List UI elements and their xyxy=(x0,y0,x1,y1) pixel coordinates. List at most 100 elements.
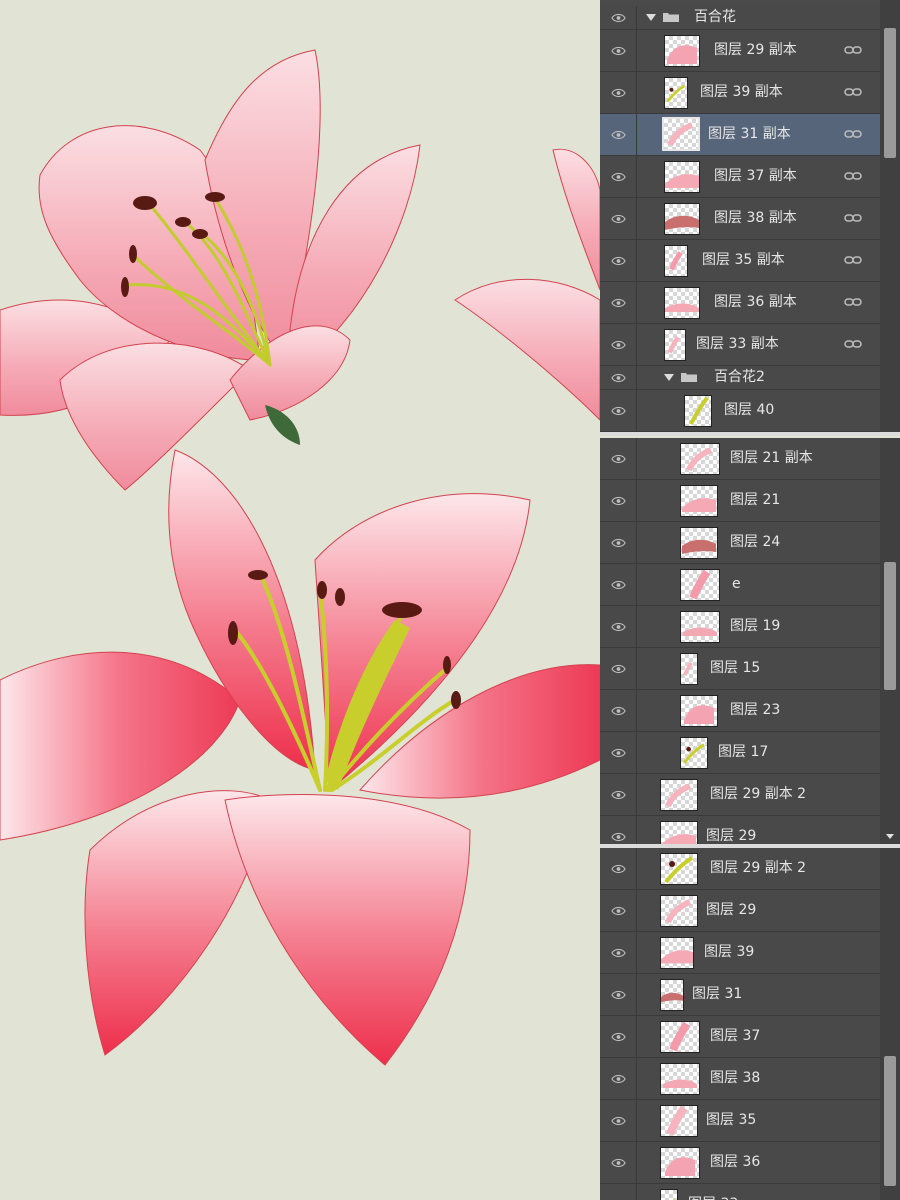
visibility-eye-icon[interactable] xyxy=(600,1058,637,1099)
scrollbar-thumb[interactable] xyxy=(884,28,896,158)
layer-thumbnail xyxy=(664,203,700,235)
visibility-eye-icon[interactable] xyxy=(600,522,637,563)
visibility-eye-icon[interactable] xyxy=(600,816,637,844)
layer-row[interactable]: 图层 29 副本 xyxy=(600,30,880,72)
visibility-eye-icon[interactable] xyxy=(600,366,637,389)
layer-row[interactable]: 图层 36 副本 xyxy=(600,282,880,324)
visibility-eye-icon[interactable] xyxy=(600,606,637,647)
layer-row[interactable]: 图层 21 xyxy=(600,480,880,522)
layer-label: 图层 21 xyxy=(730,492,781,508)
link-icon[interactable] xyxy=(844,296,862,308)
triangle-down-icon[interactable] xyxy=(664,374,674,381)
visibility-eye-icon[interactable] xyxy=(600,72,637,113)
scroll-down-arrow-icon[interactable] xyxy=(886,834,894,839)
lily-top xyxy=(0,49,421,491)
layer-row[interactable]: 图层 23 xyxy=(600,690,880,732)
layer-row[interactable]: 图层 40 xyxy=(600,390,880,432)
scrollbar[interactable] xyxy=(880,848,900,1200)
visibility-eye-icon[interactable] xyxy=(600,390,637,431)
visibility-eye-icon[interactable] xyxy=(600,438,637,479)
link-icon[interactable] xyxy=(844,212,862,224)
visibility-eye-icon[interactable] xyxy=(600,1016,637,1057)
visibility-eye-icon[interactable] xyxy=(600,282,637,323)
layer-thumbnail xyxy=(680,443,720,475)
layer-row[interactable]: 图层 29 副本 2 xyxy=(600,774,880,816)
link-icon[interactable] xyxy=(844,254,862,266)
layer-thumbnail xyxy=(660,821,698,844)
layer-row[interactable]: 图层 24 xyxy=(600,522,880,564)
folder-icon xyxy=(663,13,679,22)
layers-panel-bottom[interactable]: 图层 29 副本 2 图层 29 图层 39 图层 31 图层 37 图层 38 图层 35… xyxy=(600,848,900,1200)
scrollbar-thumb[interactable] xyxy=(884,1056,896,1186)
layer-label: e xyxy=(732,576,741,592)
layers-panel-top[interactable]: 百合花 图层 29 副本 图层 39 副本 图层 31 副本 图层 37 副本 图层 3… xyxy=(600,0,900,432)
layer-label: 图层 31 xyxy=(692,986,743,1002)
visibility-eye-icon[interactable] xyxy=(600,774,637,815)
layer-row[interactable]: 图层 35 副本 xyxy=(600,240,880,282)
layer-row[interactable]: 图层 38 副本 xyxy=(600,198,880,240)
link-icon[interactable] xyxy=(844,86,862,98)
layer-row[interactable]: 图层 21 副本 xyxy=(600,438,880,480)
visibility-eye-icon[interactable] xyxy=(600,6,637,29)
layer-subgroup-label: 百合花2 xyxy=(714,369,765,385)
layer-row[interactable]: 图层 15 xyxy=(600,648,880,690)
layer-thumbnail xyxy=(664,161,700,193)
link-icon[interactable] xyxy=(844,170,862,182)
layers-panel-middle[interactable]: 图层 21 副本图层 21 图层 24 e 图层 19 图层 15 图层 23 图层 17 图… xyxy=(600,438,900,844)
layer-row[interactable]: 图层 29 副本 2 xyxy=(600,848,880,890)
layer-thumbnail xyxy=(684,395,712,427)
visibility-eye-icon[interactable] xyxy=(600,732,637,773)
visibility-eye-icon[interactable] xyxy=(600,690,637,731)
layer-row[interactable]: 图层 35 xyxy=(600,1100,880,1142)
visibility-eye-icon[interactable] xyxy=(600,848,637,889)
layer-label: 图层 35 xyxy=(706,1112,757,1128)
layer-group-row[interactable]: 百合花 xyxy=(600,6,880,30)
visibility-eye-icon[interactable] xyxy=(600,932,637,973)
layer-row[interactable]: 图层 17 xyxy=(600,732,880,774)
triangle-down-icon[interactable] xyxy=(646,14,656,21)
layer-thumbnail xyxy=(660,853,698,885)
visibility-eye-icon[interactable] xyxy=(600,974,637,1015)
visibility-eye-icon[interactable] xyxy=(600,324,637,365)
link-icon[interactable] xyxy=(844,128,862,140)
visibility-eye-icon[interactable] xyxy=(600,114,637,155)
layer-row[interactable]: 图层 38 xyxy=(600,1058,880,1100)
link-icon[interactable] xyxy=(844,338,862,350)
layer-thumbnail xyxy=(680,653,698,685)
visibility-eye-icon[interactable] xyxy=(600,1100,637,1141)
scrollbar[interactable] xyxy=(880,0,900,432)
visibility-eye-icon[interactable] xyxy=(600,198,637,239)
layer-label: 图层 38 xyxy=(710,1070,761,1086)
layer-row[interactable]: 图层 29 xyxy=(600,890,880,932)
layer-label: 图层 29 副本 2 xyxy=(710,786,807,802)
layer-row[interactable]: 图层 29 xyxy=(600,816,880,844)
visibility-eye-icon[interactable] xyxy=(600,240,637,281)
lily-bottom xyxy=(0,449,601,1066)
layer-thumbnail xyxy=(680,737,708,769)
visibility-eye-icon[interactable] xyxy=(600,890,637,931)
layer-row[interactable]: 图层 39 副本 xyxy=(600,72,880,114)
layer-row[interactable]: 图层 39 xyxy=(600,932,880,974)
layer-row[interactable]: 图层 37 xyxy=(600,1016,880,1058)
layer-row[interactable]: 图层 31 副本 xyxy=(600,114,880,156)
visibility-eye-icon[interactable] xyxy=(600,648,637,689)
layer-row[interactable]: 图层 31 xyxy=(600,974,880,1016)
layer-row[interactable]: 图层 19 xyxy=(600,606,880,648)
visibility-eye-icon[interactable] xyxy=(600,156,637,197)
layer-row[interactable]: 图层 36 xyxy=(600,1142,880,1184)
link-icon[interactable] xyxy=(844,44,862,56)
scrollbar-thumb[interactable] xyxy=(884,562,896,690)
visibility-eye-icon[interactable] xyxy=(600,30,637,71)
layer-row[interactable]: 图层 37 副本 xyxy=(600,156,880,198)
layer-thumbnail xyxy=(660,779,698,811)
scrollbar[interactable] xyxy=(880,438,900,844)
visibility-eye-icon[interactable] xyxy=(600,480,637,521)
layer-thumbnail xyxy=(680,485,718,517)
layer-row[interactable]: 图层 33 xyxy=(600,1184,880,1200)
visibility-eye-icon[interactable] xyxy=(600,564,637,605)
visibility-eye-icon[interactable] xyxy=(600,1142,637,1183)
layer-row[interactable]: 图层 33 副本 xyxy=(600,324,880,366)
visibility-eye-icon[interactable] xyxy=(600,1184,637,1200)
layer-subgroup-row[interactable]: 百合花2 xyxy=(600,366,880,390)
layer-row[interactable]: e xyxy=(600,564,880,606)
